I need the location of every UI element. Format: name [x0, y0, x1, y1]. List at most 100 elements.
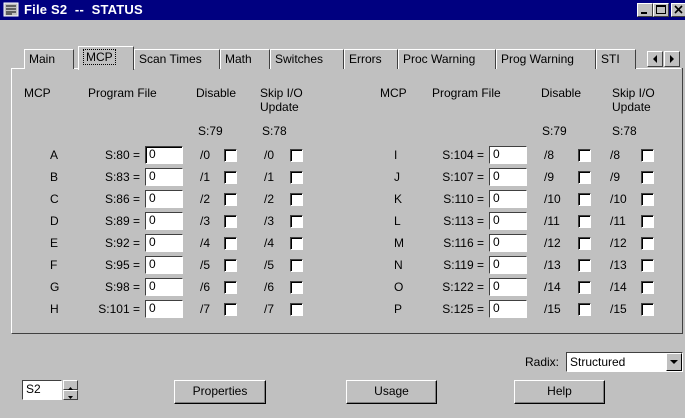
disable-checkbox[interactable] — [578, 215, 591, 228]
radix-select[interactable]: Structured — [566, 352, 683, 372]
mcp-letter: C — [50, 192, 59, 206]
skip-io-checkbox[interactable] — [641, 303, 654, 316]
spinner-up-button[interactable] — [63, 380, 78, 390]
maximize-button[interactable] — [653, 3, 669, 17]
header-disable-addr-left: S:79 — [198, 124, 223, 138]
disable-checkbox[interactable] — [578, 303, 591, 316]
disable-checkbox[interactable] — [578, 193, 591, 206]
mcp-letter: D — [50, 214, 59, 228]
skip-io-checkbox[interactable] — [290, 149, 303, 162]
tab-prog-warning[interactable]: Prog Warning — [496, 49, 596, 69]
mcp-letter: G — [50, 280, 60, 294]
program-file-address: S:116 = — [443, 236, 484, 250]
program-file-address: S:104 = — [442, 148, 484, 162]
tab-scan-times[interactable]: Scan Times — [134, 49, 220, 69]
disable-checkbox[interactable] — [224, 259, 237, 272]
skip-io-checkbox[interactable] — [641, 193, 654, 206]
skip-io-checkbox[interactable] — [290, 215, 303, 228]
skip-bit-label: /0 — [264, 148, 275, 162]
radix-dropdown-button[interactable] — [666, 353, 682, 371]
maximize-icon — [656, 5, 666, 14]
disable-checkbox[interactable] — [224, 193, 237, 206]
program-file-address: S:113 = — [443, 214, 484, 228]
mcp-letter: M — [394, 236, 404, 250]
program-file-input[interactable]: 0 — [489, 234, 527, 252]
tab-switches[interactable]: Switches — [270, 49, 344, 69]
tab-scroll-left-button[interactable] — [647, 51, 663, 67]
skip-io-checkbox[interactable] — [290, 281, 303, 294]
program-file-address: S:95 = — [104, 258, 140, 272]
program-file-input[interactable]: 0 — [145, 212, 183, 230]
disable-bit-label: /15 — [544, 302, 561, 316]
skip-io-checkbox[interactable] — [641, 171, 654, 184]
skip-bit-label: /2 — [264, 192, 275, 206]
skip-io-checkbox[interactable] — [290, 303, 303, 316]
header-program-file-right: Program File — [432, 86, 501, 100]
file-spinner-input[interactable]: S2 — [22, 380, 62, 400]
disable-checkbox[interactable] — [578, 149, 591, 162]
spinner-down-button[interactable] — [63, 390, 78, 400]
header-mcp-left: MCP — [24, 86, 51, 100]
disable-bit-label: /10 — [544, 192, 561, 206]
disable-checkbox[interactable] — [224, 215, 237, 228]
disable-checkbox[interactable] — [578, 259, 591, 272]
header-program-file-left: Program File — [88, 86, 157, 100]
tab-main[interactable]: Main — [24, 49, 74, 69]
skip-io-checkbox[interactable] — [641, 149, 654, 162]
program-file-input[interactable]: 0 — [489, 168, 527, 186]
tab-math[interactable]: Math — [220, 49, 270, 69]
help-button[interactable]: Help — [514, 380, 605, 404]
tab-errors[interactable]: Errors — [344, 49, 398, 69]
skip-bit-label: /10 — [610, 192, 627, 206]
skip-bit-label: /3 — [264, 214, 275, 228]
disable-checkbox[interactable] — [578, 237, 591, 250]
skip-io-checkbox[interactable] — [290, 171, 303, 184]
header-skip-right-line2: Update — [612, 100, 651, 114]
program-file-address: S:101 = — [98, 302, 140, 316]
skip-io-checkbox[interactable] — [290, 259, 303, 272]
minimize-button[interactable] — [637, 3, 653, 17]
program-file-input[interactable]: 0 — [489, 146, 527, 164]
program-file-input[interactable]: 0 — [145, 300, 183, 318]
program-file-input[interactable]: 0 — [489, 212, 527, 230]
tab-sti[interactable]: STI — [596, 49, 636, 69]
title-bar[interactable]: File S2 -- STATUS — [0, 0, 685, 20]
program-file-input[interactable]: 0 — [145, 234, 183, 252]
disable-checkbox[interactable] — [224, 171, 237, 184]
disable-checkbox[interactable] — [224, 281, 237, 294]
properties-button[interactable]: Properties — [174, 380, 266, 404]
close-icon — [674, 5, 683, 14]
program-file-input[interactable]: 0 — [489, 190, 527, 208]
usage-button[interactable]: Usage — [346, 380, 437, 404]
program-file-input[interactable]: 0 — [145, 190, 183, 208]
tab-scroll-right-button[interactable] — [664, 51, 680, 67]
program-file-input[interactable]: 0 — [145, 146, 183, 164]
close-button[interactable] — [671, 3, 685, 17]
skip-io-checkbox[interactable] — [641, 237, 654, 250]
skip-io-checkbox[interactable] — [290, 237, 303, 250]
disable-checkbox[interactable] — [224, 303, 237, 316]
disable-checkbox[interactable] — [224, 237, 237, 250]
skip-io-checkbox[interactable] — [641, 215, 654, 228]
disable-bit-label: /11 — [544, 214, 560, 228]
skip-io-checkbox[interactable] — [641, 281, 654, 294]
disable-checkbox[interactable] — [578, 171, 591, 184]
disable-checkbox[interactable] — [578, 281, 591, 294]
skip-io-checkbox[interactable] — [641, 259, 654, 272]
skip-io-checkbox[interactable] — [290, 193, 303, 206]
disable-checkbox[interactable] — [224, 149, 237, 162]
skip-bit-label: /8 — [610, 148, 621, 162]
program-file-input[interactable]: 0 — [489, 278, 527, 296]
program-file-input[interactable]: 0 — [489, 256, 527, 274]
program-file-input[interactable]: 0 — [489, 300, 527, 318]
program-file-input[interactable]: 0 — [145, 168, 183, 186]
program-file-input[interactable]: 0 — [145, 278, 183, 296]
program-file-address: S:80 = — [104, 148, 140, 162]
tab-proc-warning[interactable]: Proc Warning — [398, 49, 496, 69]
file-icon — [3, 2, 19, 17]
header-disable-left: Disable — [196, 86, 237, 100]
program-file-address: S:98 = — [104, 280, 140, 294]
program-file-input[interactable]: 0 — [145, 256, 183, 274]
tab-mcp[interactable]: MCP — [78, 46, 134, 70]
tab-scroll — [647, 51, 681, 67]
